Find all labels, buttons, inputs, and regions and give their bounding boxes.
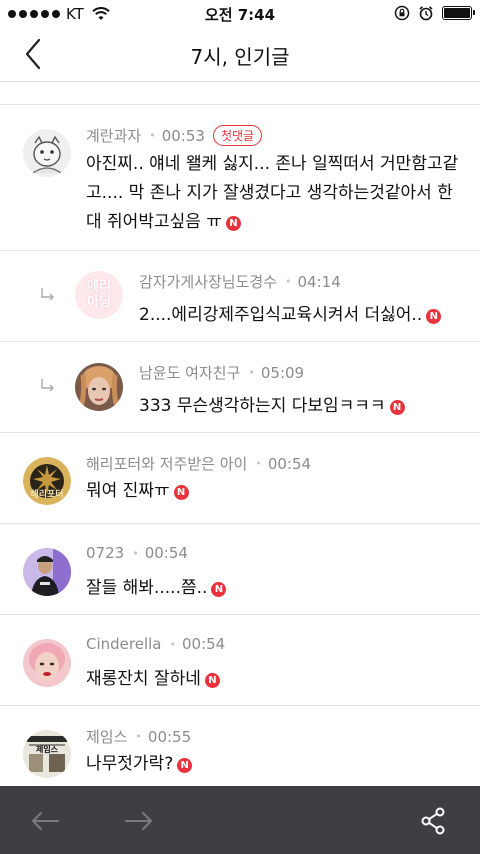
new-badge: N: [426, 309, 442, 324]
comment-body: 재롱잔치 잘하네: [86, 669, 201, 689]
new-badge: N: [211, 582, 227, 597]
comment-item[interactable]: Cinderella • 00:54 재롱잔치 잘하네 N: [0, 615, 480, 706]
nav-back-button[interactable]: [30, 806, 60, 836]
username[interactable]: 해리포터와 저주받은 아이: [86, 453, 247, 474]
comment-meta: 계란과자 • 00:53 첫댓글: [86, 125, 263, 146]
comment-meta: Cinderella • 00:54: [86, 635, 226, 653]
comment-body: 2....에리강제주입식교육시켜서 더싫어..: [139, 305, 423, 325]
comment-time: 00:54: [144, 544, 188, 562]
avatar-text: 해리포터: [30, 490, 64, 500]
comment-time: 05:09: [260, 363, 305, 382]
comment-text: 아진찌.. 얘네 왤케 싫지... 존나 일찍떠서 거만함고같고.... 막 존…: [86, 150, 466, 237]
comment-item[interactable]: 0723 • 00:54 잘들 해봐.....쯤.. N: [0, 524, 480, 615]
username[interactable]: Cinderella: [86, 635, 162, 653]
rotation-lock-icon: [394, 5, 410, 21]
avatar[interactable]: [23, 129, 71, 177]
status-right: [394, 5, 475, 21]
comment-meta: 해리포터와 저주받은 아이 • 00:54: [86, 453, 312, 474]
comment-text: 재롱잔치 잘하네 N: [86, 665, 220, 694]
comment-list[interactable]: 계란과자 • 00:53 첫댓글 아진찌.. 얘네 왤케 싫지... 존나 일찍…: [0, 104, 480, 797]
first-comment-badge: 첫댓글: [212, 125, 263, 146]
comment-body: 나무젓가락?: [86, 754, 174, 774]
share-button[interactable]: [418, 806, 448, 836]
comment-body: 아진찌.. 얘네 왤케 싫지... 존나 일찍떠서 거만함고같고.... 막 존…: [86, 154, 459, 232]
new-badge: N: [173, 485, 189, 500]
comment-meta: 감자가게사장님도경수 • 04:14: [139, 271, 341, 292]
comment-item[interactable]: 제임스 제임스 • 00:55 나무젓가락? N: [0, 706, 480, 797]
comment-meta: 제임스 • 00:55: [86, 726, 192, 747]
new-badge: N: [225, 216, 241, 231]
username[interactable]: 감자가게사장님도경수: [139, 271, 277, 292]
comment-body: 잘들 해봐.....쯤..: [86, 578, 208, 598]
status-bar: KT 오전 7:44: [0, 0, 480, 26]
avatar-text: 제임스: [35, 745, 59, 754]
username[interactable]: 남윤도 여자친구: [139, 362, 240, 383]
comment-meta: 0723 • 00:54: [86, 544, 188, 562]
comment-text: 잘들 해봐.....쯤.. N: [86, 574, 227, 603]
comment-text: 2....에리강제주입식교육시켜서 더싫어.. N: [139, 301, 442, 330]
comment-time: 00:53: [161, 126, 205, 145]
page-title: 7시, 인기글: [190, 45, 290, 69]
comment-item[interactable]: 계란과자 • 00:53 첫댓글 아진찌.. 얘네 왤케 싫지... 존나 일찍…: [0, 105, 480, 251]
new-badge: N: [389, 400, 405, 415]
alarm-icon: [419, 6, 433, 21]
bottom-toolbar: [0, 786, 480, 854]
arrow-left-icon: [32, 812, 59, 830]
avatar[interactable]: 해리포터: [23, 457, 71, 505]
comment-time: 00:54: [267, 454, 312, 473]
comment-meta: 남윤도 여자친구 • 05:09: [139, 362, 305, 383]
battery-icon: [442, 6, 475, 20]
reply-item[interactable]: 에리 아님 감자가게사장님도경수 • 04:14 2....에리강제주입식교육시…: [0, 251, 480, 342]
avatar[interactable]: [23, 639, 71, 687]
avatar[interactable]: [75, 363, 123, 411]
username[interactable]: 0723: [86, 544, 124, 562]
comment-item[interactable]: 해리포터 해리포터와 저주받은 아이 • 00:54 뭐여 진짜ㅠ N: [0, 433, 480, 524]
arrow-right-icon: [125, 812, 152, 830]
username[interactable]: 제임스: [86, 726, 127, 747]
nav-bar: 7시, 인기글: [0, 26, 480, 82]
comment-text: 나무젓가락? N: [86, 750, 193, 779]
avatar[interactable]: 에리 아님: [75, 271, 123, 319]
avatar-text: 에리 아님: [87, 279, 111, 310]
comment-time: 04:14: [297, 272, 341, 291]
comment-time: 00:55: [147, 727, 192, 746]
comment-body: 뭐여 진짜ㅠ: [86, 481, 170, 501]
new-badge: N: [204, 673, 220, 688]
reply-arrow-icon: [41, 288, 54, 301]
reply-arrow-icon: [41, 379, 54, 392]
reply-item[interactable]: 남윤도 여자친구 • 05:09 333 무슨생각하는지 다보임ㅋㅋㅋ N: [0, 342, 480, 433]
nav-forward-button[interactable]: [124, 806, 154, 836]
comment-body: 333 무슨생각하는지 다보임ㅋㅋㅋ: [139, 396, 386, 416]
avatar[interactable]: [23, 548, 71, 596]
comment-text: 333 무슨생각하는지 다보임ㅋㅋㅋ N: [139, 392, 405, 421]
avatar[interactable]: 제임스: [23, 730, 71, 778]
new-badge: N: [177, 758, 193, 773]
comment-text: 뭐여 진짜ㅠ N: [86, 477, 189, 506]
comment-time: 00:54: [182, 635, 226, 653]
username[interactable]: 계란과자: [86, 125, 141, 146]
share-icon: [421, 807, 445, 835]
